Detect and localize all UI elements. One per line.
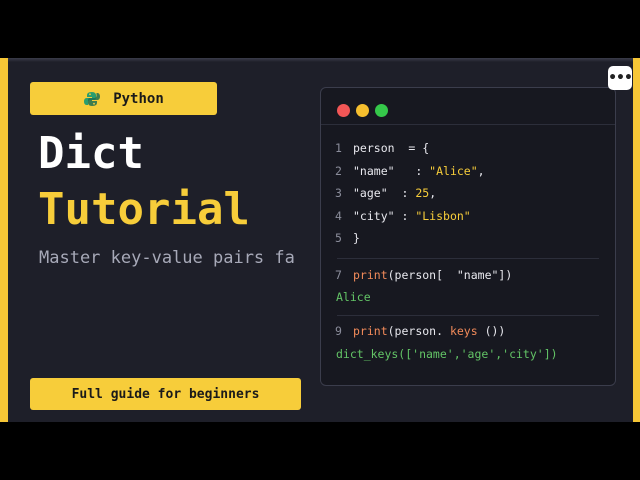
code-separator bbox=[337, 258, 599, 259]
top-divider bbox=[0, 58, 640, 62]
code-token: print bbox=[353, 324, 388, 338]
python-badge-label: Python bbox=[113, 90, 164, 107]
code-token: dict_keys(['name','age','city']) bbox=[336, 347, 558, 361]
subtitle: Master key-value pairs fa bbox=[39, 248, 295, 268]
code-token: (person[ bbox=[387, 268, 457, 282]
line-number: 2 bbox=[335, 164, 342, 178]
code-token: } bbox=[353, 231, 360, 245]
maximize-dot-icon bbox=[375, 104, 388, 117]
close-dot-icon bbox=[337, 104, 350, 117]
code-token: (person. bbox=[387, 324, 450, 338]
code-token: , bbox=[477, 164, 485, 178]
code-token: "name" bbox=[456, 268, 499, 282]
code-token: : bbox=[394, 164, 430, 178]
code-token: person bbox=[353, 141, 395, 155]
code-token: "age" bbox=[353, 186, 388, 200]
guide-badge: Full guide for beginners bbox=[30, 378, 301, 410]
python-badge: Python bbox=[30, 82, 217, 115]
thumbnail-frame: Python Dict Tutorial Master key-value pa… bbox=[0, 58, 640, 422]
more-options-glyph: ••• bbox=[608, 70, 633, 86]
code-token: = { bbox=[394, 141, 430, 155]
title-line-2: Tutorial bbox=[38, 184, 250, 235]
code-output: Alice bbox=[336, 289, 371, 305]
code-text: print(person[ "name"]) bbox=[353, 267, 512, 283]
code-text: "city" : "Lisbon" bbox=[353, 208, 471, 224]
line-number: 1 bbox=[335, 141, 342, 155]
code-token: ]) bbox=[498, 268, 513, 282]
code-token: keys bbox=[449, 324, 478, 338]
code-text: print(person. keys ()) bbox=[353, 323, 505, 339]
line-number: 5 bbox=[335, 231, 342, 245]
code-token: 25 bbox=[415, 186, 430, 200]
code-token: ()) bbox=[477, 324, 506, 338]
code-token: : bbox=[387, 186, 416, 200]
code-token: "Lisbon" bbox=[415, 209, 471, 223]
code-text: person = { bbox=[353, 140, 429, 156]
line-number: 7 bbox=[335, 268, 342, 282]
code-window: 1 person = { 2 "name" : "Alice", 3 "age" : 25… bbox=[320, 87, 616, 386]
line-number: 4 bbox=[335, 209, 342, 223]
line-number: 9 bbox=[335, 324, 342, 338]
code-text: "name" : "Alice", bbox=[353, 163, 485, 179]
code-token: print bbox=[353, 268, 388, 282]
title-line-1: Dict bbox=[38, 128, 144, 179]
guide-badge-label: Full guide for beginners bbox=[71, 386, 260, 402]
line-number: 3 bbox=[335, 186, 342, 200]
code-token: "city" bbox=[353, 209, 395, 223]
code-token: Alice bbox=[336, 290, 371, 304]
right-accent-bar bbox=[633, 58, 640, 422]
code-text: "age" : 25, bbox=[353, 185, 436, 201]
code-output: dict_keys(['name','age','city']) bbox=[336, 346, 558, 362]
code-token: : bbox=[394, 209, 416, 223]
code-token: "name" bbox=[353, 164, 395, 178]
python-logo-icon bbox=[83, 90, 101, 108]
code-separator bbox=[337, 315, 599, 316]
window-title-bar bbox=[321, 88, 615, 125]
code-token: , bbox=[429, 186, 437, 200]
minimize-dot-icon bbox=[356, 104, 369, 117]
more-options-icon[interactable]: ••• bbox=[608, 66, 633, 90]
code-token: "Alice" bbox=[429, 164, 478, 178]
left-accent-bar bbox=[0, 58, 8, 422]
code-text: } bbox=[353, 230, 360, 246]
